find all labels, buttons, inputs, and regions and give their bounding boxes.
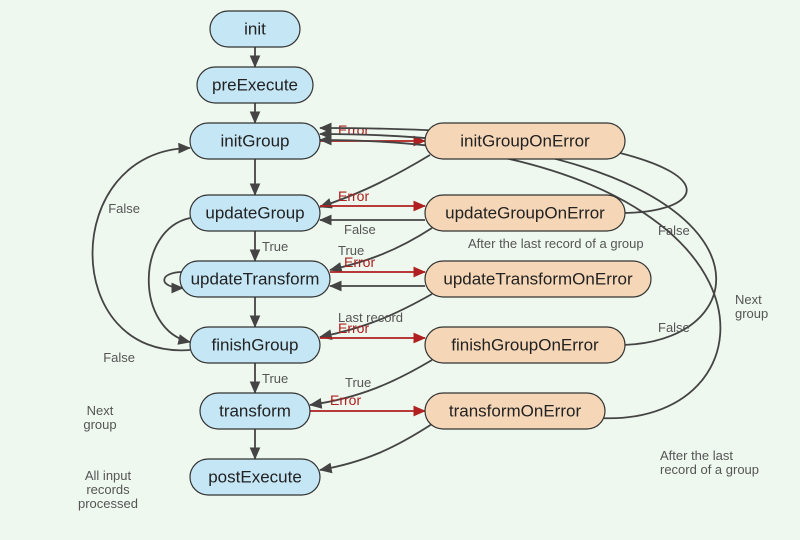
- svg-text:updateGroup: updateGroup: [205, 203, 304, 222]
- node-postExecute: postExecute: [190, 459, 320, 495]
- label-false-fgoe: False: [658, 320, 690, 335]
- svg-text:initGroup: initGroup: [221, 131, 290, 150]
- svg-text:finishGroup: finishGroup: [212, 335, 299, 354]
- node-updateGroupOnError: updateGroupOnError: [425, 195, 625, 231]
- label-nextgroup-r1: Next: [735, 292, 762, 307]
- svg-text:transform: transform: [219, 401, 291, 420]
- label-nextgroup-l1: Next: [87, 403, 114, 418]
- edge-finishGroup-to-transform: True: [255, 363, 288, 393]
- node-initGroupOnError: initGroupOnError: [425, 123, 625, 159]
- label-afterlast-2a: After the last: [660, 448, 733, 463]
- node-updateTransformOnError: updateTransformOnError: [425, 261, 651, 297]
- label-false-ug: False: [108, 201, 140, 216]
- node-finishGroup: finishGroup: [190, 327, 320, 363]
- node-preExecute: preExecute: [197, 67, 313, 103]
- node-transform: transform: [200, 393, 310, 429]
- label-error-3: Error: [344, 254, 375, 270]
- svg-text:updateTransformOnError: updateTransformOnError: [443, 269, 633, 288]
- label-false-ugoe: False: [344, 222, 376, 237]
- edge-finishGroup-false-to-initGroup: False: [93, 148, 191, 365]
- label-true-2: True: [262, 371, 288, 386]
- node-updateGroup: updateGroup: [190, 195, 320, 231]
- edge-finishGroupOnError-true: True: [310, 360, 432, 405]
- edge-transformOnError-return: [320, 424, 432, 470]
- label-nextgroup-r2: group: [735, 306, 768, 321]
- label-allinput-3: processed: [78, 496, 138, 511]
- svg-text:initGroupOnError: initGroupOnError: [460, 131, 590, 150]
- edge-updateGroupOnError-false: False: [320, 220, 425, 237]
- node-initGroup: initGroup: [190, 123, 320, 159]
- label-error-2: Error: [338, 188, 369, 204]
- label-afterlast-2b: record of a group: [660, 462, 759, 477]
- edge-initGroupOnError-return: [320, 155, 430, 207]
- label-nextgroup-l2: group: [83, 417, 116, 432]
- label-error-5: Error: [330, 392, 361, 408]
- label-true: True: [262, 239, 288, 254]
- svg-text:init: init: [244, 19, 266, 38]
- label-allinput-1: All input: [85, 468, 132, 483]
- label-error-4: Error: [338, 320, 369, 336]
- label-error-1: Error: [338, 122, 369, 138]
- node-updateTransform: updateTransform: [180, 261, 330, 297]
- edge-updateGroup-error: Error: [320, 188, 425, 206]
- edge-updateTransformOnError-lastrecord: Last record: [320, 294, 432, 337]
- label-afterlast-1: After the last record of a group: [468, 236, 644, 251]
- node-transformOnError: transformOnError: [425, 393, 605, 429]
- label-false-fg: False: [103, 350, 135, 365]
- edge-initGroup-error: Error: [320, 122, 425, 141]
- svg-text:preExecute: preExecute: [212, 75, 298, 94]
- edge-updateGroup-to-updateTransform: True: [255, 231, 288, 261]
- node-finishGroupOnError: finishGroupOnError: [425, 327, 625, 363]
- svg-text:postExecute: postExecute: [208, 467, 302, 486]
- svg-text:updateTransform: updateTransform: [191, 269, 320, 288]
- svg-text:updateGroupOnError: updateGroupOnError: [445, 203, 605, 222]
- label-true-fgoe: True: [345, 375, 371, 390]
- svg-text:finishGroupOnError: finishGroupOnError: [451, 335, 599, 354]
- node-init: init: [210, 11, 300, 47]
- label-allinput-2: records: [86, 482, 130, 497]
- svg-text:transformOnError: transformOnError: [449, 401, 582, 420]
